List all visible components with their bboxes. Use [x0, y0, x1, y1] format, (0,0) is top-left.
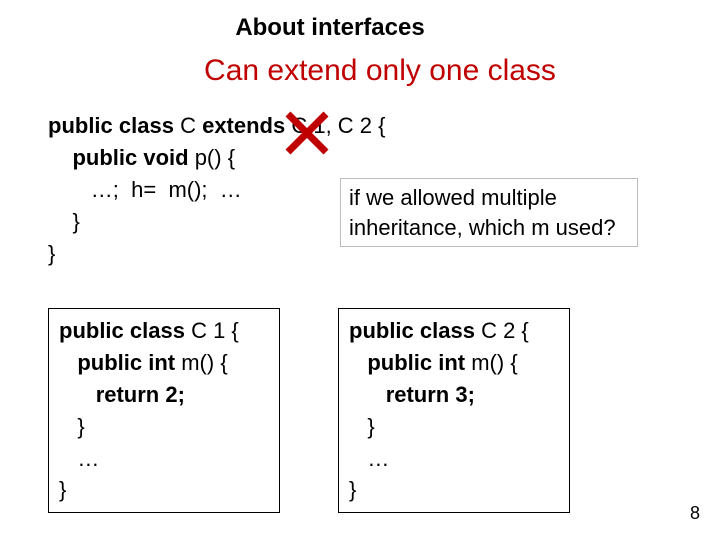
code-text: }	[48, 241, 55, 266]
code-text: }	[59, 477, 66, 502]
code-block-c2: public class C 2 { public int m() { retu…	[338, 308, 570, 513]
code-text: …	[77, 446, 99, 471]
keyword: public int	[77, 350, 175, 375]
keyword: public class	[48, 113, 174, 138]
page-title: About interfaces	[0, 0, 720, 42]
code-text: }	[72, 209, 79, 234]
code-text: }	[367, 414, 374, 439]
code-text: C 2 {	[475, 318, 529, 343]
code-text: }	[349, 477, 356, 502]
subtitle: Can extend only one class	[40, 54, 720, 88]
code-block-c: public class C extends C 1, C 2 { public…	[48, 110, 386, 269]
code-block-c1: public class C 1 { public int m() { retu…	[48, 308, 280, 513]
code-text: …	[367, 446, 389, 471]
code-text: p() {	[189, 145, 235, 170]
code-text: C 1 {	[185, 318, 239, 343]
keyword: extends	[202, 113, 285, 138]
keyword: public class	[349, 318, 475, 343]
code-text: C 1, C 2 {	[285, 113, 385, 138]
code-text: }	[77, 414, 84, 439]
code-text: …; h= m(); …	[91, 177, 242, 202]
callout-note: if we allowed multiple inheritance, whic…	[340, 178, 638, 247]
code-text: m() {	[465, 350, 518, 375]
keyword: public void	[72, 145, 188, 170]
code-text: C	[174, 113, 202, 138]
code-text: m() {	[175, 350, 228, 375]
keyword: return 2;	[96, 382, 185, 407]
keyword: return 3;	[386, 382, 475, 407]
page-number: 8	[690, 503, 700, 524]
keyword: public class	[59, 318, 185, 343]
keyword: public int	[367, 350, 465, 375]
